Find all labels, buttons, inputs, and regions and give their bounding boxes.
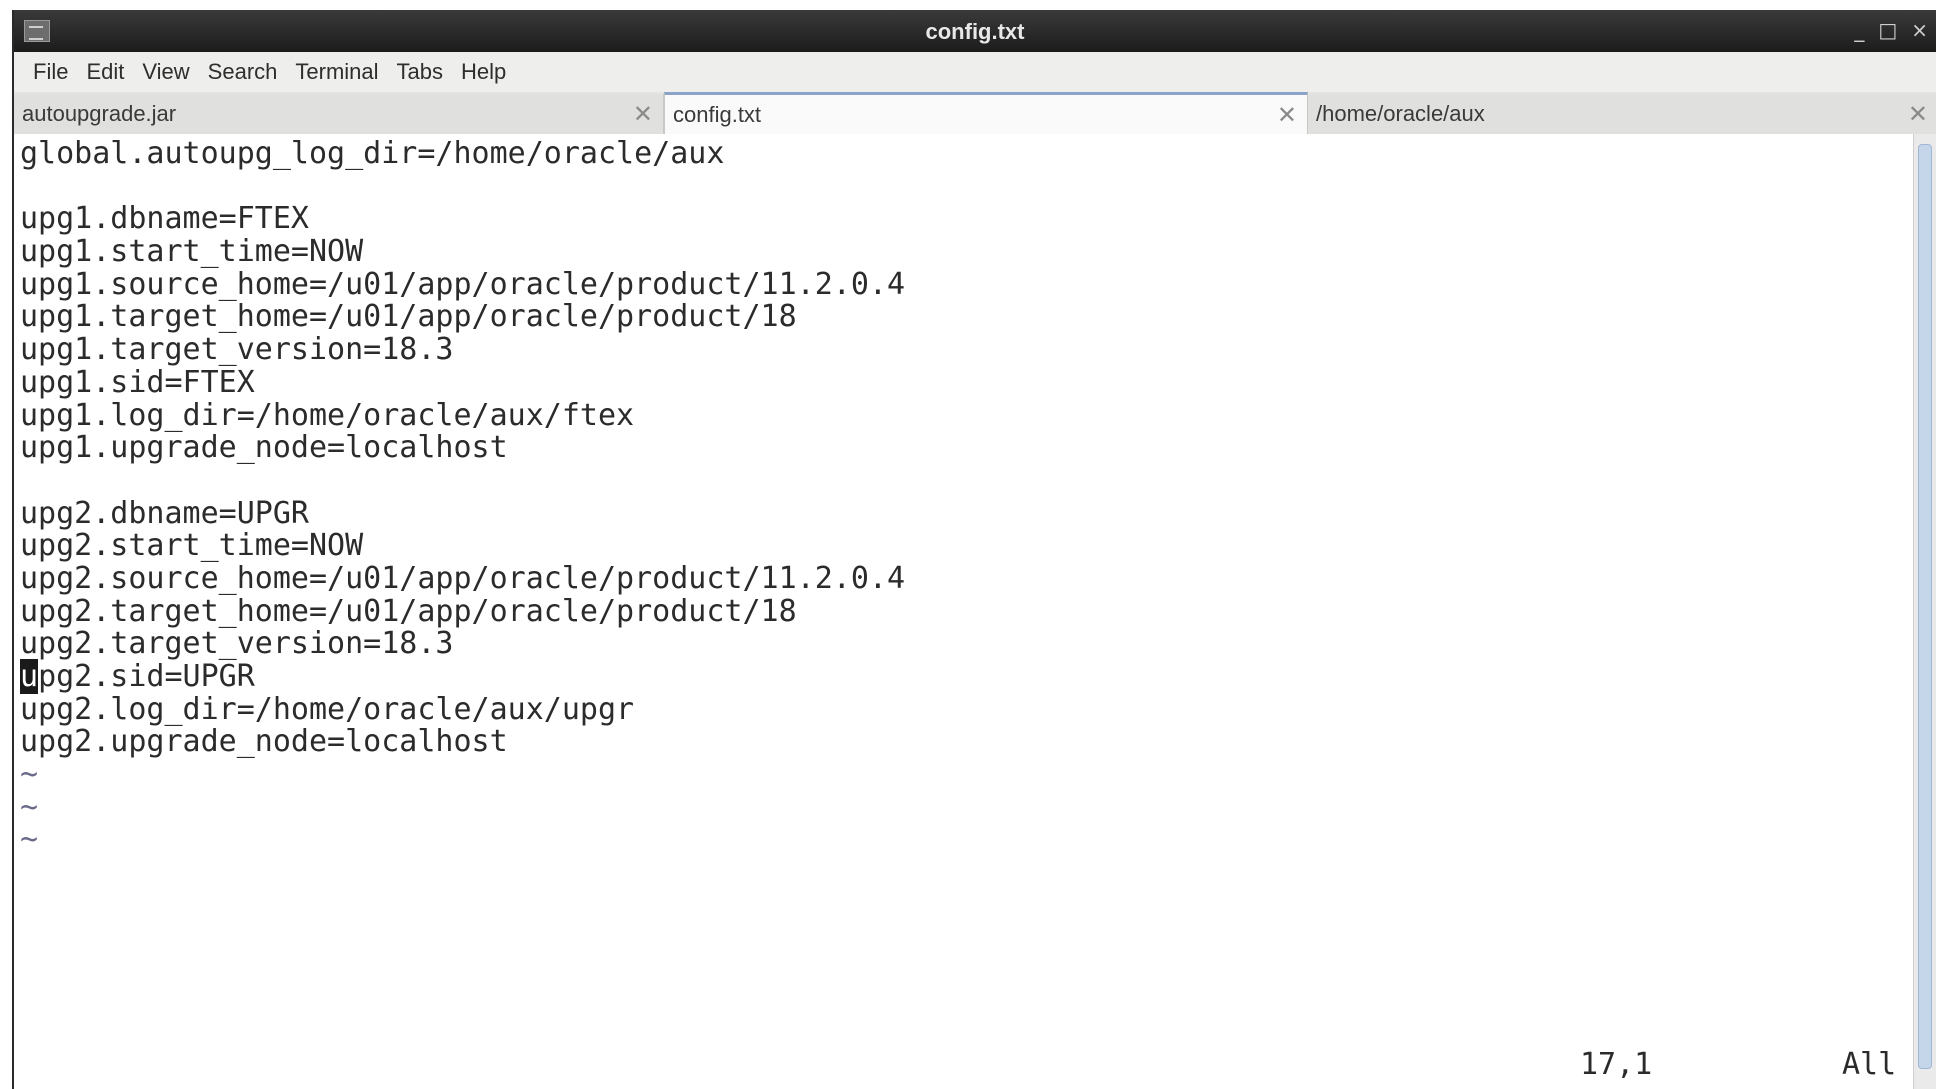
editor-line <box>20 465 905 498</box>
editor-line: upg2.target_home=/u01/app/oracle/product… <box>20 593 797 629</box>
menu-edit[interactable]: Edit <box>77 59 133 85</box>
empty-buffer-line: ~ <box>20 822 39 858</box>
editor-line: upg2.dbname=UPGR <box>20 495 309 531</box>
editor-line: upg1.target_home=/u01/app/oracle/product… <box>20 299 797 335</box>
tab-label: /home/oracle/aux <box>1316 101 1485 126</box>
scrollbar-thumb[interactable] <box>1918 144 1932 1069</box>
cursor-position: 17,1 <box>1580 1047 1653 1082</box>
window-controls: _ □ × <box>1854 18 1928 42</box>
editor-line: global.autoupg_log_dir=/home/oracle/aux <box>20 136 725 171</box>
editor-line: upg1.start_time=NOW <box>20 234 364 270</box>
menu-view[interactable]: View <box>133 59 198 85</box>
scroll-position: All <box>1842 1047 1897 1082</box>
text-cursor: u <box>20 659 39 694</box>
title-bar[interactable]: config.txt _ □ × <box>14 10 1936 52</box>
tab-home-oracle-aux[interactable]: /home/oracle/aux ✕ <box>1308 94 1936 134</box>
tab-bar: autoupgrade.jar ✕ config.txt ✕ /home/ora… <box>14 92 1936 134</box>
editor-line: upg2.start_time=NOW <box>20 528 364 564</box>
editor-line: upg2.upgrade_node=localhost <box>20 724 508 760</box>
editor-line: upg1.log_dir=/home/oracle/aux/ftex <box>20 397 635 433</box>
menu-tabs[interactable]: Tabs <box>388 59 452 85</box>
tab-label: autoupgrade.jar <box>22 101 177 126</box>
tab-autoupgrade-jar[interactable]: autoupgrade.jar ✕ <box>14 94 664 134</box>
editor-line: upg2.sid=UPGR <box>20 659 905 694</box>
tab-close-icon[interactable]: ✕ <box>1277 101 1297 130</box>
minimize-icon[interactable]: _ <box>1854 18 1864 42</box>
vertical-scrollbar[interactable] <box>1913 134 1936 1089</box>
status-line: 17,1 All <box>14 1047 1914 1082</box>
maximize-icon[interactable]: □ <box>1878 18 1897 42</box>
empty-buffer-line: ~ <box>20 757 39 793</box>
menu-help[interactable]: Help <box>452 59 515 85</box>
editor-line <box>20 171 905 204</box>
menu-search[interactable]: Search <box>199 59 287 85</box>
line-text: pg2.sid=UPGR <box>38 659 255 694</box>
editor-line: upg2.source_home=/u01/app/oracle/product… <box>20 560 906 596</box>
menu-terminal[interactable]: Terminal <box>286 59 387 85</box>
editor-line: upg1.sid=FTEX <box>20 364 255 400</box>
editor-line: upg2.target_version=18.3 <box>20 626 454 662</box>
editor-line: upg1.target_version=18.3 <box>20 332 454 368</box>
window-title: config.txt <box>925 19 1025 44</box>
empty-buffer-line: ~ <box>20 789 39 825</box>
menu-file[interactable]: File <box>24 59 77 85</box>
tab-config-txt[interactable]: config.txt ✕ <box>664 92 1308 134</box>
close-icon[interactable]: × <box>1911 18 1928 42</box>
editor-area[interactable]: global.autoupg_log_dir=/home/oracle/auxu… <box>14 134 1914 1089</box>
editor-line: upg1.dbname=FTEX <box>20 201 309 237</box>
editor-lines: global.autoupg_log_dir=/home/oracle/auxu… <box>20 136 906 858</box>
terminal-window: config.txt _ □ × File Edit View Search T… <box>12 10 1936 1089</box>
tab-label: config.txt <box>673 101 762 127</box>
editor-line: upg2.log_dir=/home/oracle/aux/upgr <box>20 691 635 727</box>
tab-close-icon[interactable]: ✕ <box>1908 100 1928 129</box>
menu-bar: File Edit View Search Terminal Tabs Help <box>14 52 1936 93</box>
editor-line: upg1.source_home=/u01/app/oracle/product… <box>20 266 906 302</box>
editor-line: upg1.upgrade_node=localhost <box>20 430 508 466</box>
tab-close-icon[interactable]: ✕ <box>633 100 653 129</box>
